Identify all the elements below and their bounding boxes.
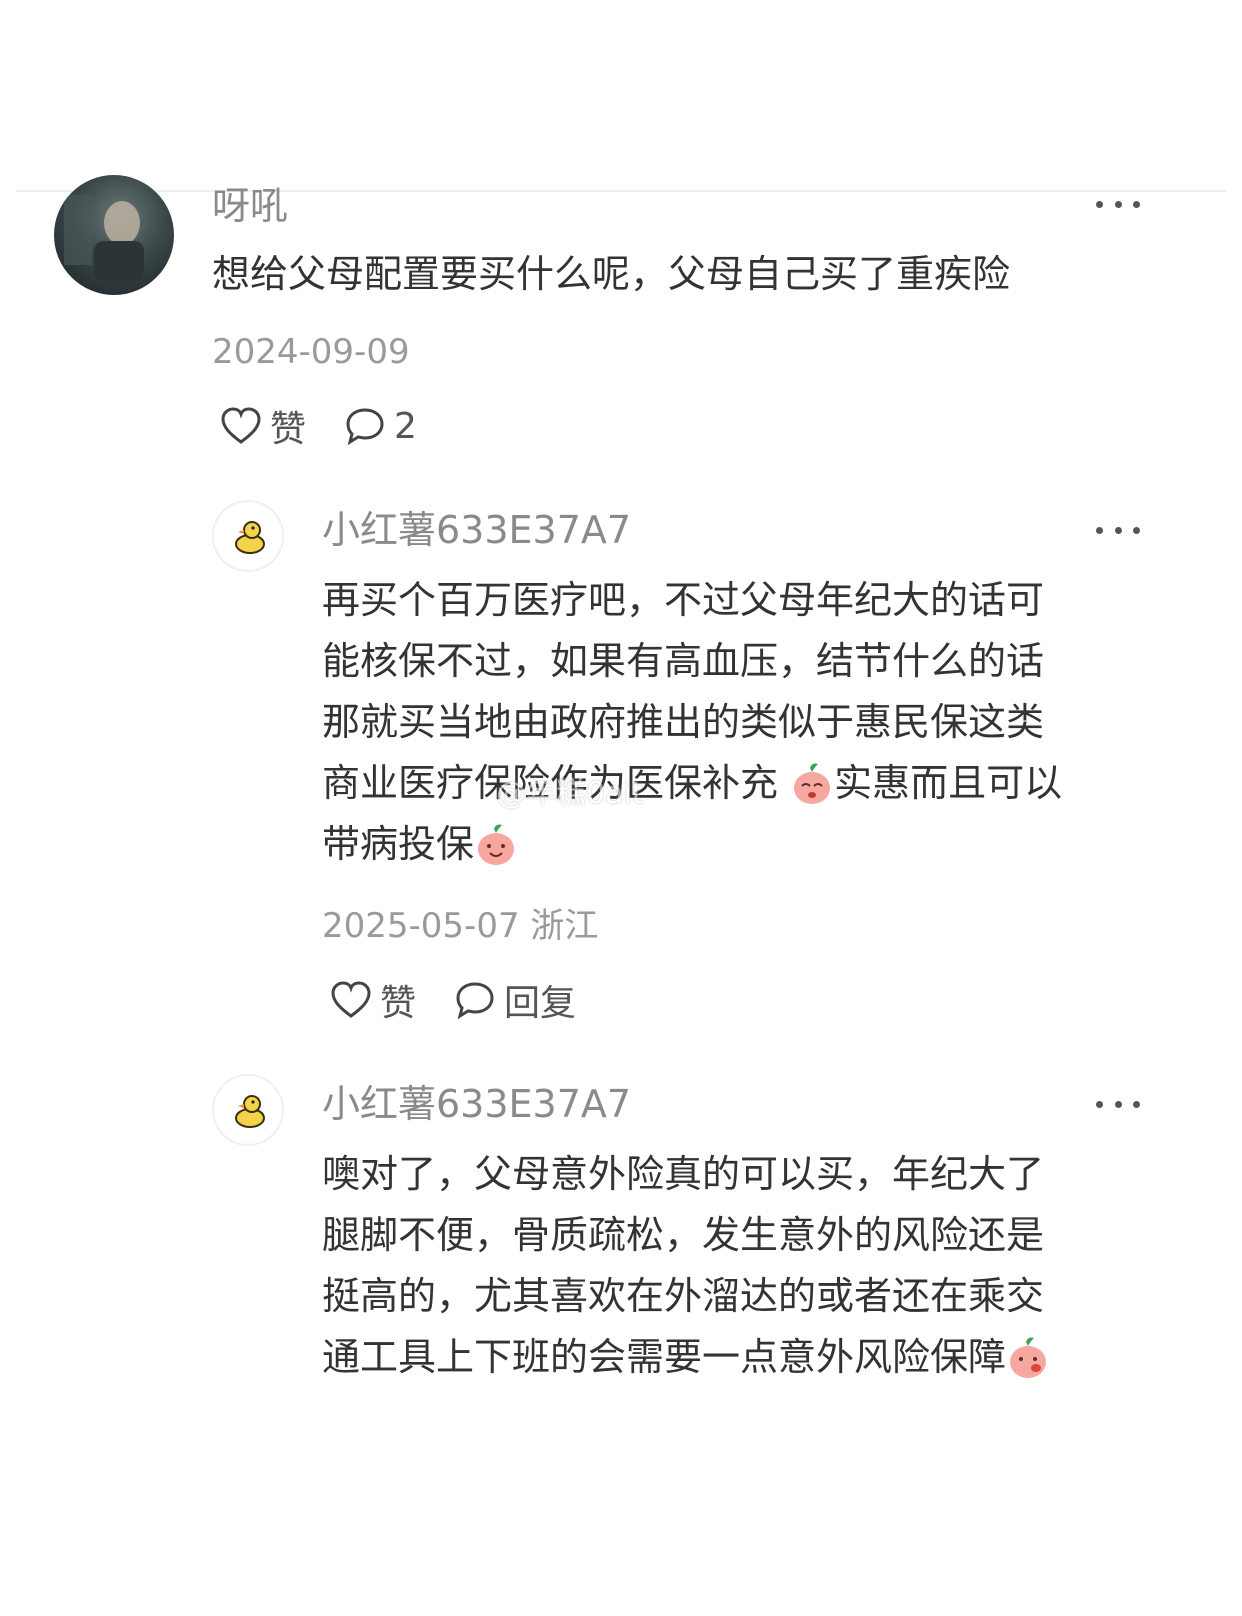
main-more-button[interactable] xyxy=(1096,194,1140,214)
duck-avatar-icon xyxy=(235,521,265,554)
reply-text: 再买个百万医疗吧，不过父母年纪大的话可 能核保不过，如果有高血压，结节什么的话 … xyxy=(322,578,1063,866)
reply-reply-label: 回复 xyxy=(504,983,577,1024)
duck-avatar-icon xyxy=(235,1095,265,1128)
reply-like-label: 赞 xyxy=(380,983,417,1024)
main-comment-text: 想给父母配置要买什么呢，父母自己买了重疾险 xyxy=(212,252,1011,296)
top-divider xyxy=(16,190,1226,192)
reply-text: 噢对了，父母意外险真的可以买，年纪大了 腿脚不便，骨质疏松，发生意外的风险还是 … xyxy=(322,1144,1050,1388)
reply-date-location: 2025-05-07 浙江 xyxy=(322,906,599,946)
comment-bubble-icon xyxy=(346,408,384,446)
reply-like-button[interactable]: 赞 xyxy=(330,974,416,1026)
user-avatar[interactable] xyxy=(54,175,174,295)
main-comment-count: 2 xyxy=(394,405,417,447)
heart-icon xyxy=(331,981,371,1018)
heart-icon xyxy=(221,407,261,444)
crying-peach-emoji-icon xyxy=(1010,1337,1047,1378)
reply-avatar[interactable] xyxy=(212,1074,284,1146)
smiling-peach-emoji-icon xyxy=(478,824,515,865)
reply-username[interactable]: 小红薯633E37A7 xyxy=(322,508,631,552)
reply-avatar[interactable] xyxy=(212,500,284,572)
main-like-button[interactable]: 赞 xyxy=(220,400,306,452)
watermark: @年糕0ait xyxy=(496,776,644,811)
reply-more-button[interactable] xyxy=(1096,520,1140,540)
blushing-peach-emoji-icon xyxy=(794,763,831,804)
main-like-label: 赞 xyxy=(270,409,307,450)
main-username[interactable]: 呀吼 xyxy=(212,184,288,228)
reply-reply-button[interactable]: 回复 xyxy=(454,974,576,1026)
reply-username[interactable]: 小红薯633E37A7 xyxy=(322,1082,631,1126)
comment-bubble-icon xyxy=(456,982,494,1020)
reply-more-button[interactable] xyxy=(1096,1094,1140,1114)
reply-actions: 赞 回复 xyxy=(330,978,614,1024)
main-actions: 赞 2 xyxy=(220,404,455,450)
main-comment-date: 2024-09-09 xyxy=(212,332,410,372)
main-comment-button[interactable]: 2 xyxy=(344,406,417,447)
